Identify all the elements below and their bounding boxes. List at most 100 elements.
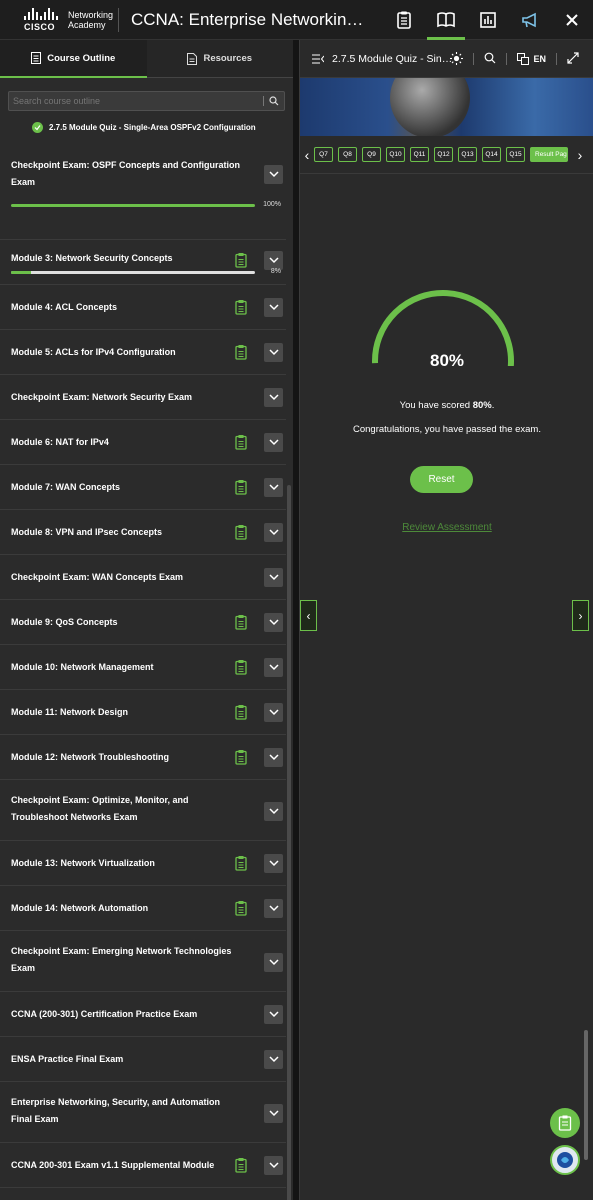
chevron-down-icon[interactable] [264,1005,283,1024]
next-questions-arrow[interactable]: › [573,147,587,163]
chevron-down-icon[interactable] [264,658,283,677]
chevron-down-icon[interactable] [264,165,283,184]
outline-item[interactable]: Module 5: ACLs for IPv4 Configuration [0,330,286,375]
search-icon[interactable] [484,52,496,66]
question-button[interactable]: Q12 [434,147,453,162]
header-separator [506,53,508,65]
result-page-button[interactable]: Result Page [530,147,568,162]
outline-item[interactable]: ENSA Practice Final Exam [0,1037,286,1082]
progress-bar [11,271,255,274]
outline-item[interactable]: Module 10: Network Management [0,645,286,690]
clipboard-icon[interactable] [234,855,248,871]
close-icon[interactable] [551,0,593,40]
outline-item-title: Module 8: VPN and IPsec Concepts [11,527,163,537]
brightness-icon[interactable] [450,51,464,67]
megaphone-icon[interactable] [509,0,551,40]
outline-item[interactable]: Checkpoint Exam: Optimize, Monitor, and … [0,780,286,841]
outline-item[interactable]: Module 13: Network Virtualization [0,841,286,886]
prev-questions-arrow[interactable]: ‹ [300,147,314,163]
chevron-down-icon[interactable] [264,899,283,918]
search-icon[interactable] [264,96,284,106]
clipboard-icon[interactable] [234,704,248,720]
expand-icon[interactable] [567,52,579,66]
outline-item[interactable]: Module 14: Network Automation [0,886,286,931]
question-button[interactable]: Q15 [506,147,525,162]
clipboard-icon[interactable] [234,479,248,495]
tab-course-outline[interactable]: Course Outline [0,40,147,78]
chevron-down-icon[interactable] [264,1050,283,1069]
next-page-arrow[interactable]: › [572,600,589,631]
outline-item[interactable]: Module 11: Network Design [0,690,286,735]
cisco-logo[interactable]: CISCO Networking Academy [0,7,118,32]
outline-item[interactable]: Checkpoint Exam: OSPF Concepts and Confi… [0,150,286,240]
clipboard-icon[interactable] [383,0,425,40]
question-button[interactable]: Q8 [338,147,357,162]
outline-item[interactable]: Module 9: QoS Concepts [0,600,286,645]
chevron-down-icon[interactable] [264,568,283,587]
progress-percent: 8% [270,268,281,275]
clipboard-icon[interactable] [234,434,248,450]
outline-item[interactable]: Module 4: ACL Concepts [0,285,286,330]
question-button[interactable]: Q14 [482,147,501,162]
chevron-down-icon[interactable] [264,478,283,497]
clipboard-icon[interactable] [234,659,248,675]
outline-item[interactable]: Checkpoint Exam: WAN Concepts Exam [0,555,286,600]
question-button[interactable]: Q9 [362,147,381,162]
question-button[interactable]: Q7 [314,147,333,162]
search-input[interactable] [9,96,263,106]
quiz-scrollbar[interactable] [584,1030,588,1160]
question-button[interactable]: Q10 [386,147,405,162]
review-assessment-link[interactable]: Review Assessment [300,522,593,533]
question-button[interactable]: Q13 [458,147,477,162]
clipboard-icon[interactable] [234,614,248,630]
clipboard-icon[interactable] [234,344,248,360]
chevron-down-icon[interactable] [264,613,283,632]
chevron-down-icon[interactable] [264,854,283,873]
outline-item[interactable]: CCNA (200-301) Certification Practice Ex… [0,992,286,1037]
reset-button[interactable]: Reset [410,466,473,493]
check-icon [32,121,43,133]
chevron-down-icon[interactable] [264,953,283,972]
current-activity[interactable]: 2.7.5 Module Quiz - Single-Area OSPFv2 C… [0,118,293,136]
chevron-down-icon[interactable] [264,298,283,317]
assistant-fab-button[interactable] [550,1145,580,1175]
outline-scrollbar[interactable] [287,485,291,1200]
chevron-down-icon[interactable] [264,703,283,722]
outline-item[interactable]: Module 8: VPN and IPsec Concepts [0,510,286,555]
clipboard-icon[interactable] [234,749,248,765]
clipboard-icon[interactable] [234,900,248,916]
question-button[interactable]: Q11 [410,147,429,162]
chevron-down-icon[interactable] [264,1104,283,1123]
current-activity-title: 2.7.5 Module Quiz - Single-Area OSPFv2 C… [49,122,256,132]
notes-fab-button[interactable] [550,1108,580,1138]
score-suffix: . [491,400,495,411]
chevron-down-icon[interactable] [264,343,283,362]
outline-item[interactable]: CCNA 200-301 Exam v1.1 Supplemental Modu… [0,1143,286,1188]
chevron-down-icon[interactable] [264,523,283,542]
language-selector[interactable]: EN [517,53,546,65]
outline-item[interactable]: Module 3: Network Security Concepts 8% [0,240,286,285]
translate-icon [517,53,530,65]
clipboard-icon[interactable] [234,299,248,315]
chevron-down-icon[interactable] [264,748,283,767]
book-icon[interactable] [425,0,467,40]
clipboard-icon[interactable] [234,252,248,268]
tab-resources[interactable]: Resources [146,40,293,78]
chevron-down-icon[interactable] [264,388,283,407]
clipboard-icon[interactable] [234,1157,248,1173]
chevron-down-icon[interactable] [264,1156,283,1175]
outline-item[interactable]: Checkpoint Exam: Network Security Exam [0,375,286,420]
outline-item-title: Enterprise Networking, Security, and Aut… [11,1097,221,1124]
outline-item[interactable]: Module 6: NAT for IPv4 [0,420,286,465]
chevron-down-icon[interactable] [264,433,283,452]
outline-item[interactable]: Module 7: WAN Concepts [0,465,286,510]
outline-item[interactable]: Module 12: Network Troubleshooting [0,735,286,780]
chart-icon[interactable] [467,0,509,40]
outline-item[interactable]: Checkpoint Exam: Emerging Network Techno… [0,931,286,992]
collapse-menu-icon[interactable] [312,54,324,64]
previous-page-arrow[interactable]: ‹ [300,600,317,631]
chevron-down-icon[interactable] [264,802,283,821]
score-percentage: 80% [429,351,465,370]
clipboard-icon[interactable] [234,524,248,540]
outline-item[interactable]: Enterprise Networking, Security, and Aut… [0,1082,286,1143]
